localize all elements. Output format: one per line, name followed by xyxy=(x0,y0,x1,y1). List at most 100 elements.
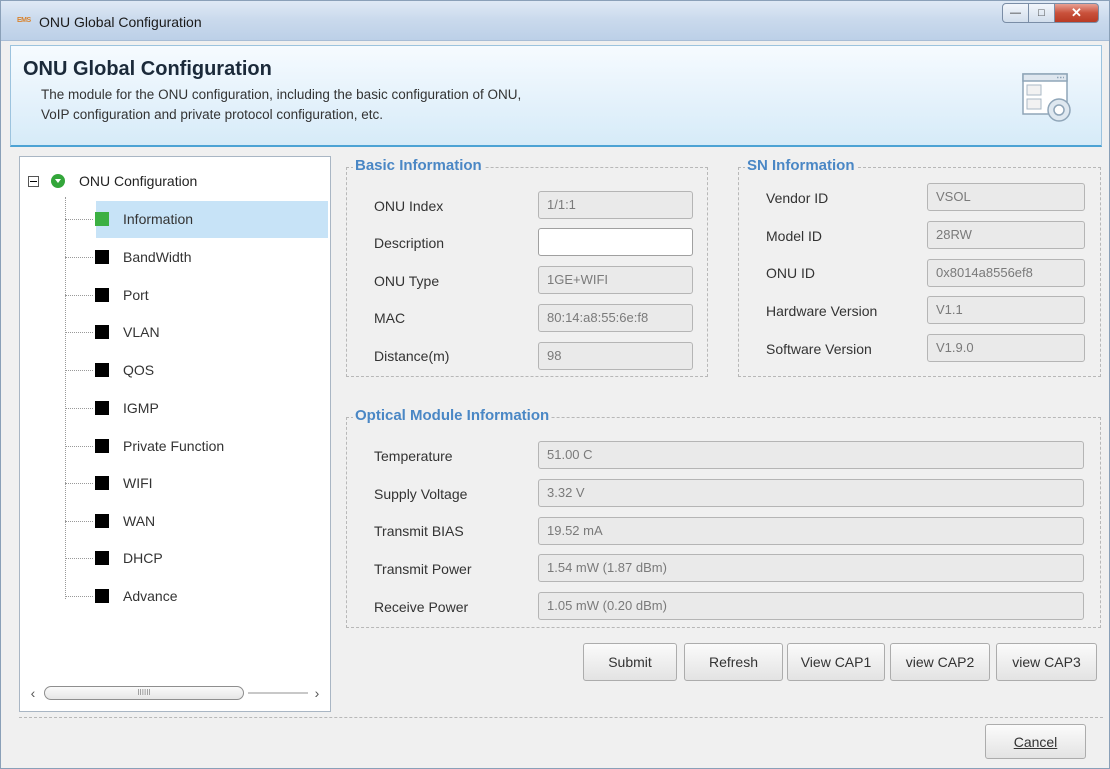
horizontal-scrollbar[interactable]: ‹ IIIIII › xyxy=(26,685,324,701)
tree-item-bandwidth[interactable]: BandWidth xyxy=(65,239,327,275)
temperature-field: 51.00 C xyxy=(538,441,1084,469)
tree-item-label: VLAN xyxy=(123,324,160,340)
basic-information-group: Basic Information ONU Index 1/1:1 Descri… xyxy=(346,157,708,377)
transmit-power-field: 1.54 mW (1.87 dBm) xyxy=(538,554,1084,582)
view-cap2-button[interactable]: view CAP2 xyxy=(890,643,990,681)
node-marker-icon xyxy=(95,401,109,415)
node-marker-icon xyxy=(95,551,109,565)
model-id-label: Model ID xyxy=(766,228,823,244)
scroll-right-icon[interactable]: › xyxy=(310,685,324,701)
cancel-button-label: Cancel xyxy=(1013,733,1058,750)
maximize-button[interactable]: □ xyxy=(1029,3,1055,23)
onu-global-config-window: EMS ONU Global Configuration — □ ✕ ONU G… xyxy=(0,0,1110,769)
minimize-button[interactable]: — xyxy=(1002,3,1029,23)
collapse-icon[interactable] xyxy=(28,175,39,187)
header-banner: ONU Global Configuration The module for … xyxy=(10,45,1102,147)
vendor-id-field: VSOL xyxy=(927,183,1085,211)
refresh-button[interactable]: Refresh xyxy=(684,643,783,681)
tree-root-label: ONU Configuration xyxy=(79,173,198,189)
sn-information-group: SN Information Vendor ID VSOL Model ID 2… xyxy=(738,157,1101,377)
tree-item-wan[interactable]: WAN xyxy=(65,503,327,539)
tree-branch-line xyxy=(65,294,93,296)
tree-item-label: Information xyxy=(123,211,194,227)
tree-item-label: Private Function xyxy=(123,438,225,454)
tree-item-wifi[interactable]: WIFI xyxy=(65,465,327,501)
node-marker-icon xyxy=(95,439,109,453)
scrollbar-thumb[interactable]: IIIIII xyxy=(44,686,244,700)
tree-item-label: Advance xyxy=(123,588,178,604)
node-marker-icon xyxy=(95,514,109,528)
tree-item-label: QOS xyxy=(123,362,155,378)
node-marker-icon xyxy=(95,476,109,490)
tree-branch-line xyxy=(65,595,93,597)
description-label: Description xyxy=(374,235,445,251)
tree-item-dhcp[interactable]: DHCP xyxy=(65,540,327,576)
app-icon: EMS xyxy=(17,17,31,24)
onu-index-field: 1/1:1 xyxy=(538,191,693,219)
tree-item-label: BandWidth xyxy=(123,249,192,265)
maximize-icon: □ xyxy=(1038,7,1045,19)
cancel-button[interactable]: Cancel xyxy=(985,724,1086,759)
tree-item-label: WIFI xyxy=(123,475,153,491)
tree-branch-line xyxy=(65,445,93,447)
node-marker-icon xyxy=(95,288,109,302)
tree-branch-line xyxy=(65,557,93,559)
transmit-bias-field: 19.52 mA xyxy=(538,517,1084,545)
banner-description: The module for the ONU configuration, in… xyxy=(41,85,741,125)
onu-type-label: ONU Type xyxy=(374,273,440,289)
banner-title: ONU Global Configuration xyxy=(23,58,272,80)
description-input[interactable] xyxy=(538,228,693,256)
optical-module-information-group: Optical Module Information Temperature 5… xyxy=(346,407,1101,628)
view-cap3-button[interactable]: view CAP3 xyxy=(996,643,1097,681)
temperature-label: Temperature xyxy=(374,448,453,464)
minimize-icon: — xyxy=(1010,7,1021,19)
window-controls: — □ ✕ xyxy=(1002,3,1099,23)
tree-item-label: Port xyxy=(123,287,149,303)
tree-root-onu-configuration[interactable]: ONU Configuration xyxy=(28,173,197,189)
tree-item-advance[interactable]: Advance xyxy=(65,578,327,614)
software-version-field: V1.9.0 xyxy=(927,334,1085,362)
optical-module-information-title: Optical Module Information xyxy=(353,407,552,424)
folder-expanded-icon xyxy=(51,174,65,188)
tree-item-label: WAN xyxy=(123,513,156,529)
model-id-field: 28RW xyxy=(927,221,1085,249)
tree-branch-line xyxy=(65,482,93,484)
tree-item-igmp[interactable]: IGMP xyxy=(65,390,327,426)
scrollbar-track[interactable]: IIIIII xyxy=(40,686,310,700)
close-icon: ✕ xyxy=(1071,5,1082,20)
mac-field: 80:14:a8:55:6e:f8 xyxy=(538,304,693,332)
receive-power-label: Receive Power xyxy=(374,599,469,615)
tree-item-information[interactable]: Information xyxy=(65,201,328,238)
sn-information-title: SN Information xyxy=(745,157,857,174)
submit-button[interactable]: Submit xyxy=(583,643,677,681)
node-marker-icon xyxy=(95,212,109,226)
view-cap1-button[interactable]: View CAP1 xyxy=(787,643,885,681)
supply-voltage-label: Supply Voltage xyxy=(374,486,468,502)
node-marker-icon xyxy=(95,250,109,264)
distance-field: 98 xyxy=(538,342,693,370)
tree-branch-line xyxy=(65,369,93,371)
supply-voltage-field: 3.32 V xyxy=(538,479,1084,507)
title-bar[interactable]: EMS ONU Global Configuration — □ ✕ xyxy=(1,1,1109,41)
scroll-left-icon[interactable]: ‹ xyxy=(26,685,40,701)
tree-item-label: IGMP xyxy=(123,400,159,416)
scrollbar-track-rest xyxy=(248,692,308,694)
node-marker-icon xyxy=(95,363,109,377)
receive-power-field: 1.05 mW (0.20 dBm) xyxy=(538,592,1084,620)
close-button[interactable]: ✕ xyxy=(1055,3,1099,23)
vendor-id-label: Vendor ID xyxy=(766,190,829,206)
tree-item-port[interactable]: Port xyxy=(65,277,327,313)
software-version-label: Software Version xyxy=(766,341,872,357)
hardware-version-field: V1.1 xyxy=(927,296,1085,324)
tree-item-private-function[interactable]: Private Function xyxy=(65,428,327,464)
tree-item-label: DHCP xyxy=(123,550,163,566)
tree-item-qos[interactable]: QOS xyxy=(65,352,327,388)
mac-label: MAC xyxy=(374,310,406,326)
tree-branch-line xyxy=(65,218,93,220)
tree-branch-line xyxy=(65,256,93,258)
configuration-window-icon xyxy=(1022,73,1071,122)
onu-id-label: ONU ID xyxy=(766,265,815,281)
tree-item-vlan[interactable]: VLAN xyxy=(65,314,327,350)
distance-label: Distance(m) xyxy=(374,348,450,364)
node-marker-icon xyxy=(95,589,109,603)
